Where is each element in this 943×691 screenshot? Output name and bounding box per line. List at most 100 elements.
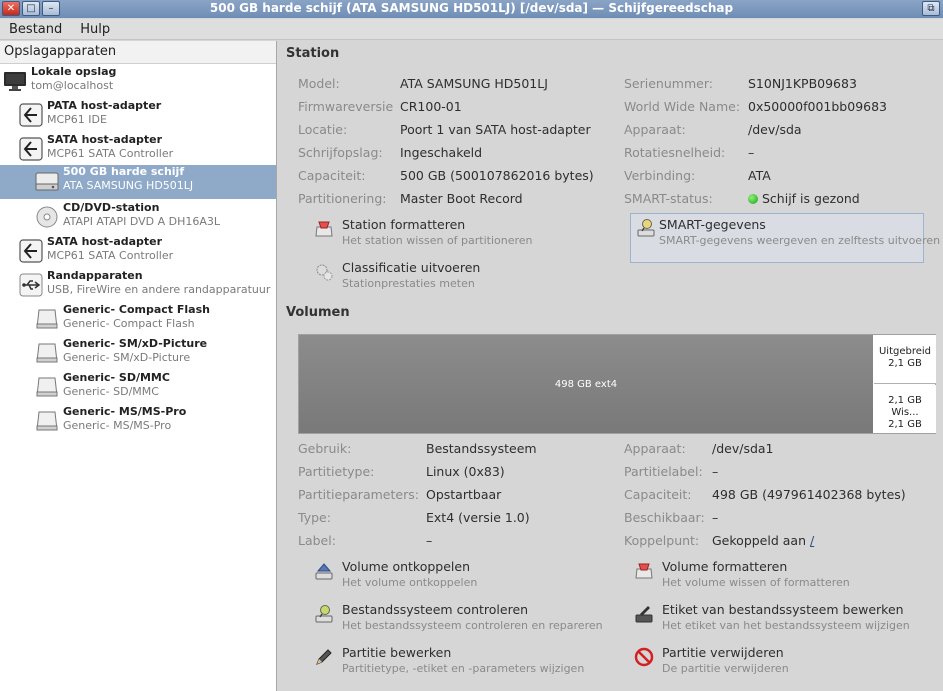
action-name: Etiket van bestandssysteem bewerken [662, 602, 904, 617]
action-name: Partitie bewerken [342, 645, 452, 660]
sidebar-item-name: Lokale opslag [31, 65, 117, 78]
sidebar-item-sub: USB, FireWire en andere randapparatuur [47, 283, 271, 296]
details-panel: Station Model: ATA SAMSUNG HD501LJ Firmw… [278, 41, 943, 691]
storage-devices-sidebar: Opslagapparaten Lokale opslag tom@localh… [0, 41, 277, 691]
check-filesystem-icon [315, 605, 333, 623]
station-value: 500 GB (500107862016 bytes) [400, 168, 594, 183]
partition-extended-size: 2,1 GB [888, 358, 922, 369]
station-label: Rotatiesnelheid: [624, 145, 726, 160]
smart-data-button[interactable]: SMART-gegevens SMART-gegevens weergeven … [630, 213, 940, 263]
sidebar-item-sata-adapter-1[interactable]: SATA host-adapter MCP61 SATA Controller [0, 133, 276, 167]
action-desc: SMART-gegevens weergeven en zelftests ui… [659, 234, 941, 247]
sidebar-item-name: Generic- Compact Flash [63, 303, 210, 316]
format-volume-button[interactable]: Volume formatteren Het volume wissen of … [634, 559, 934, 595]
sidebar-item-sub: MCP61 SATA Controller [47, 147, 174, 160]
format-drive-icon [315, 221, 333, 237]
edit-partition-button[interactable]: Partitie bewerken Partitietype, -etiket … [314, 645, 614, 681]
sidebar-item-sub: ATAPI ATAPI DVD A DH16A3L [63, 215, 221, 228]
sidebar-item-name: Generic- SD/MMC [63, 371, 170, 384]
sidebar-item-sub: Generic- MS/MS-Pro [63, 419, 172, 432]
partition-extended-name: Uitgebreid [878, 346, 932, 357]
format-drive-button[interactable]: Station formatteren Het station wissen o… [314, 217, 614, 253]
sidebar-item-sub: ATA SAMSUNG HD501LJ [63, 179, 194, 192]
volume-label: Capaciteit: [624, 487, 692, 502]
smart-status-value: Schijf is gezond [748, 191, 860, 206]
adapter-icon [19, 103, 43, 127]
action-desc: Het volume wissen of formatteren [662, 576, 850, 589]
station-label: Serienummer: [624, 76, 713, 91]
partition-swap[interactable]: 2,1 GB Wis... 2,1 GB [874, 385, 936, 433]
sidebar-item-dvd-drive[interactable]: CD/DVD-station ATAPI ATAPI DVD A DH16A3L [0, 201, 276, 235]
sidebar-item-sd-mmc[interactable]: Generic- SD/MMC Generic- SD/MMC [0, 371, 276, 405]
action-desc: Partitietype, -etiket en -parameters wij… [342, 662, 585, 675]
volume-label: Partitieparameters: [298, 487, 419, 502]
delete-partition-button[interactable]: Partitie verwijderen De partitie verwijd… [634, 645, 934, 681]
sidebar-header: Opslagapparaten [0, 41, 276, 64]
volume-value: Linux (0x83) [426, 464, 505, 479]
volume-value: /dev/sda1 [712, 441, 774, 456]
volume-value: Bestandssysteem [426, 441, 537, 456]
harddisk-icon [35, 172, 59, 191]
sidebar-item-peripherals[interactable]: Randapparaten USB, FireWire en andere ra… [0, 269, 276, 303]
volume-value: Ext4 (versie 1.0) [426, 510, 530, 525]
mount-point-link[interactable]: / [810, 533, 814, 548]
volume-value: – [426, 533, 433, 548]
volume-label: Apparaat: [624, 441, 686, 456]
unmount-volume-button[interactable]: Volume ontkoppelen Het volume ontkoppele… [314, 559, 614, 595]
sidebar-item-name: SATA host-adapter [47, 133, 163, 146]
partition-main-label: 498 GB ext4 [554, 378, 618, 390]
volume-label: Partitielabel: [624, 464, 703, 479]
eject-icon [315, 563, 333, 580]
station-label: Schrijfopslag: [298, 145, 383, 160]
station-label: Model: [298, 76, 340, 91]
station-value: – [748, 145, 755, 160]
partition-extended[interactable]: Uitgebreid 2,1 GB [874, 335, 936, 384]
station-value: ATA [748, 168, 771, 183]
volume-value: 498 GB (497961402368 bytes) [712, 487, 906, 502]
station-label: Verbinding: [624, 168, 696, 183]
volume-label: Beschikbaar: [624, 510, 705, 525]
monitor-icon [4, 72, 26, 91]
sidebar-item-sub: MCP61 SATA Controller [47, 249, 174, 262]
sidebar-item-sm-xd[interactable]: Generic- SM/xD-Picture Generic- SM/xD-Pi… [0, 337, 276, 371]
sidebar-item-hard-disk[interactable]: 500 GB harde schijf ATA SAMSUNG HD501LJ [0, 165, 276, 199]
benchmark-icon [316, 264, 333, 281]
station-value: /dev/sda [748, 122, 802, 137]
sidebar-item-sub: tom@localhost [31, 79, 114, 92]
sidebar-item-sata-adapter-2[interactable]: SATA host-adapter MCP61 SATA Controller [0, 235, 276, 269]
volume-value: Opstartbaar [426, 487, 502, 502]
sidebar-item-sub: MCP61 IDE [47, 113, 107, 126]
sidebar-item-name: Randapparaten [47, 269, 143, 282]
sidebar-item-name: Generic- MS/MS-Pro [63, 405, 187, 418]
station-label: Partitionering: [298, 191, 387, 206]
optical-drive-icon [36, 206, 58, 228]
smart-data-icon [637, 219, 655, 237]
station-label: SMART-status: [624, 191, 713, 206]
volume-label: Type: [298, 510, 331, 525]
restore-window-button[interactable]: ⧉ [922, 1, 940, 16]
edit-label-icon [635, 606, 653, 623]
adapter-icon [19, 239, 43, 263]
station-value: S10NJ1KPB09683 [748, 76, 857, 91]
sidebar-item-name: 500 GB harde schijf [63, 165, 185, 178]
partition-swap-size: 2,1 GB [888, 419, 922, 430]
action-name: SMART-gegevens [659, 217, 766, 232]
benchmark-button[interactable]: Classificatie uitvoeren Stationprestatie… [314, 260, 614, 296]
action-name: Volume ontkoppelen [342, 559, 471, 574]
sidebar-item-compact-flash[interactable]: Generic- Compact Flash Generic- Compact … [0, 303, 276, 337]
mount-point-value: Gekoppeld aan / [712, 533, 814, 548]
partition-main[interactable]: 498 GB ext4 [299, 335, 873, 433]
format-volume-icon [635, 563, 653, 579]
check-filesystem-button[interactable]: Bestandssysteem controleren Het bestands… [314, 602, 614, 638]
sidebar-item-ms-pro[interactable]: Generic- MS/MS-Pro Generic- MS/MS-Pro [0, 405, 276, 439]
menu-file[interactable]: Bestand [0, 19, 71, 39]
action-desc: Het station wissen of partitioneren [342, 234, 533, 247]
action-desc: Het bestandssysteem controleren en repar… [342, 619, 603, 632]
sidebar-item-pata-adapter[interactable]: PATA host-adapter MCP61 IDE [0, 99, 276, 133]
smart-status-text: Schijf is gezond [762, 191, 860, 206]
menu-help[interactable]: Hulp [71, 19, 119, 39]
sidebar-item-name: Generic- SM/xD-Picture [63, 337, 208, 350]
edit-fs-label-button[interactable]: Etiket van bestandssysteem bewerken Het … [634, 602, 934, 638]
sidebar-item-local-storage[interactable]: Lokale opslag tom@localhost [0, 65, 276, 99]
volume-label: Koppelpunt: [624, 533, 700, 548]
